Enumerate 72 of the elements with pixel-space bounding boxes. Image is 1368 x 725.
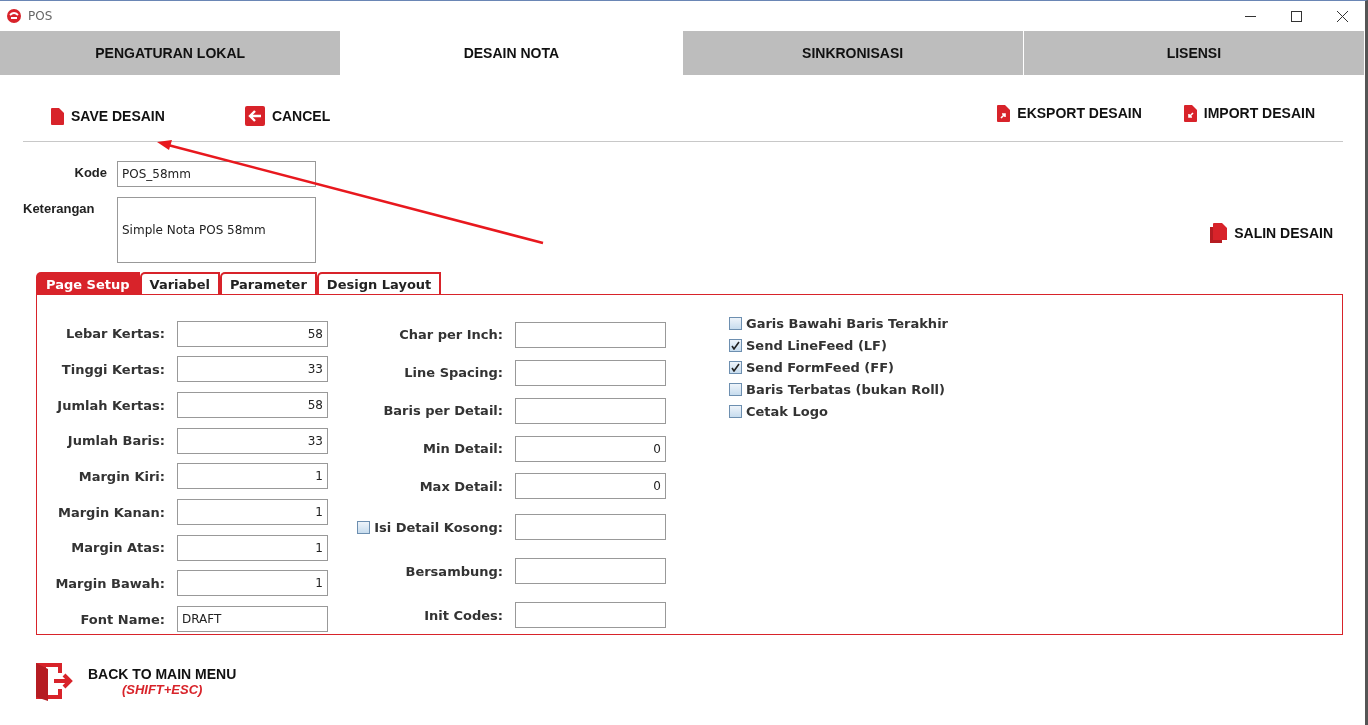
input-field[interactable] [515, 359, 666, 386]
field-label: Line Spacing: [404, 365, 503, 381]
panel-tab[interactable]: Variabel [139, 272, 220, 294]
close-icon [1336, 10, 1348, 22]
kode-field[interactable]: POS_58mm [117, 161, 316, 187]
back-label: BACK TO MAIN MENU [88, 665, 237, 682]
field-label: Jumlah Baris: [67, 433, 165, 449]
field-label: Isi Detail Kosong: [374, 519, 503, 535]
document-arrow-icon [997, 104, 1011, 122]
save-button[interactable]: SAVE DESAIN [51, 102, 165, 130]
main-tab[interactable]: PENGATURAN LOKAL [0, 31, 342, 75]
import-button[interactable]: IMPORT DESAIN [1183, 100, 1315, 126]
checkbox[interactable] [729, 361, 742, 374]
field-label: Margin Kanan: [58, 504, 165, 520]
back-to-menu-button[interactable]: BACK TO MAIN MENU (SHIFT+ESC) [36, 661, 237, 701]
field-label: Tinggi Kertas: [61, 362, 165, 377]
keterangan-field[interactable]: Simple Nota POS 58mm [117, 197, 316, 263]
maximize-icon [1290, 10, 1302, 22]
document-arrow-icon [1183, 104, 1197, 122]
input-field[interactable] [515, 558, 666, 585]
input-field[interactable]: 33 [177, 356, 328, 383]
panel-tab[interactable]: Parameter [219, 272, 317, 294]
input-field[interactable]: 0 [515, 473, 666, 500]
option-label: Send FormFeed (FF) [746, 360, 894, 375]
option-label: Garis Bawahi Baris Terakhir [746, 316, 948, 331]
copy-button[interactable]: SALIN DESAIN [1210, 219, 1333, 247]
main-tab[interactable]: LISENSI [1023, 31, 1365, 75]
copy-document-icon [1210, 223, 1228, 243]
panel-tab[interactable]: Page Setup [36, 272, 140, 294]
field-label: Min Detail: [423, 441, 503, 457]
panel-tab[interactable]: Design Layout [316, 272, 442, 294]
field-label: Baris per Detail: [383, 403, 503, 419]
field-label: Bersambung: [405, 563, 503, 579]
export-button[interactable]: EKSPORT DESAIN [997, 100, 1142, 126]
input-field[interactable] [515, 397, 666, 424]
checkbox[interactable] [357, 520, 371, 534]
field-label: Margin Atas: [71, 540, 165, 556]
field-label: Font Name: [80, 611, 165, 627]
field-label: Margin Kiri: [78, 468, 165, 484]
checkbox[interactable] [729, 317, 742, 330]
option-label: Send LineFeed (LF) [746, 338, 887, 353]
cancel-button[interactable]: CANCEL [244, 102, 331, 130]
input-field[interactable]: 1 [177, 499, 328, 526]
field-label: Char per Inch: [399, 327, 503, 343]
field-label: Init Codes: [424, 607, 503, 623]
main-tab[interactable]: SINKRONISASI [682, 31, 1024, 75]
input-field[interactable] [515, 514, 666, 541]
input-field[interactable] [515, 321, 666, 348]
keterangan-label: Keterangan [23, 200, 96, 216]
checkbox[interactable] [729, 339, 742, 352]
option-label: Cetak Logo [746, 404, 828, 419]
input-field[interactable]: DRAFT [177, 606, 328, 633]
field-label: Margin Bawah: [55, 576, 165, 591]
field-label: Lebar Kertas: [65, 326, 165, 342]
input-field[interactable] [515, 602, 666, 629]
input-field[interactable]: 1 [177, 463, 328, 490]
option-label: Baris Terbatas (bukan Roll) [746, 382, 945, 397]
field-label: Max Detail: [419, 478, 503, 494]
checkbox[interactable] [729, 405, 742, 418]
input-field[interactable]: 1 [177, 570, 328, 597]
input-field[interactable]: 33 [177, 427, 328, 454]
input-field[interactable]: 58 [177, 320, 328, 347]
window-title: POS [28, 9, 53, 23]
app-logo-icon [7, 9, 21, 23]
input-field[interactable]: 0 [515, 435, 666, 462]
field-label: Jumlah Kertas: [57, 397, 165, 413]
checkbox[interactable] [729, 383, 742, 396]
input-field[interactable]: 58 [177, 392, 328, 419]
kode-label: Kode [74, 164, 108, 180]
input-field[interactable]: 1 [177, 534, 328, 561]
document-icon [51, 107, 64, 125]
shortcut-label: (SHIFT+ESC) [121, 681, 203, 697]
